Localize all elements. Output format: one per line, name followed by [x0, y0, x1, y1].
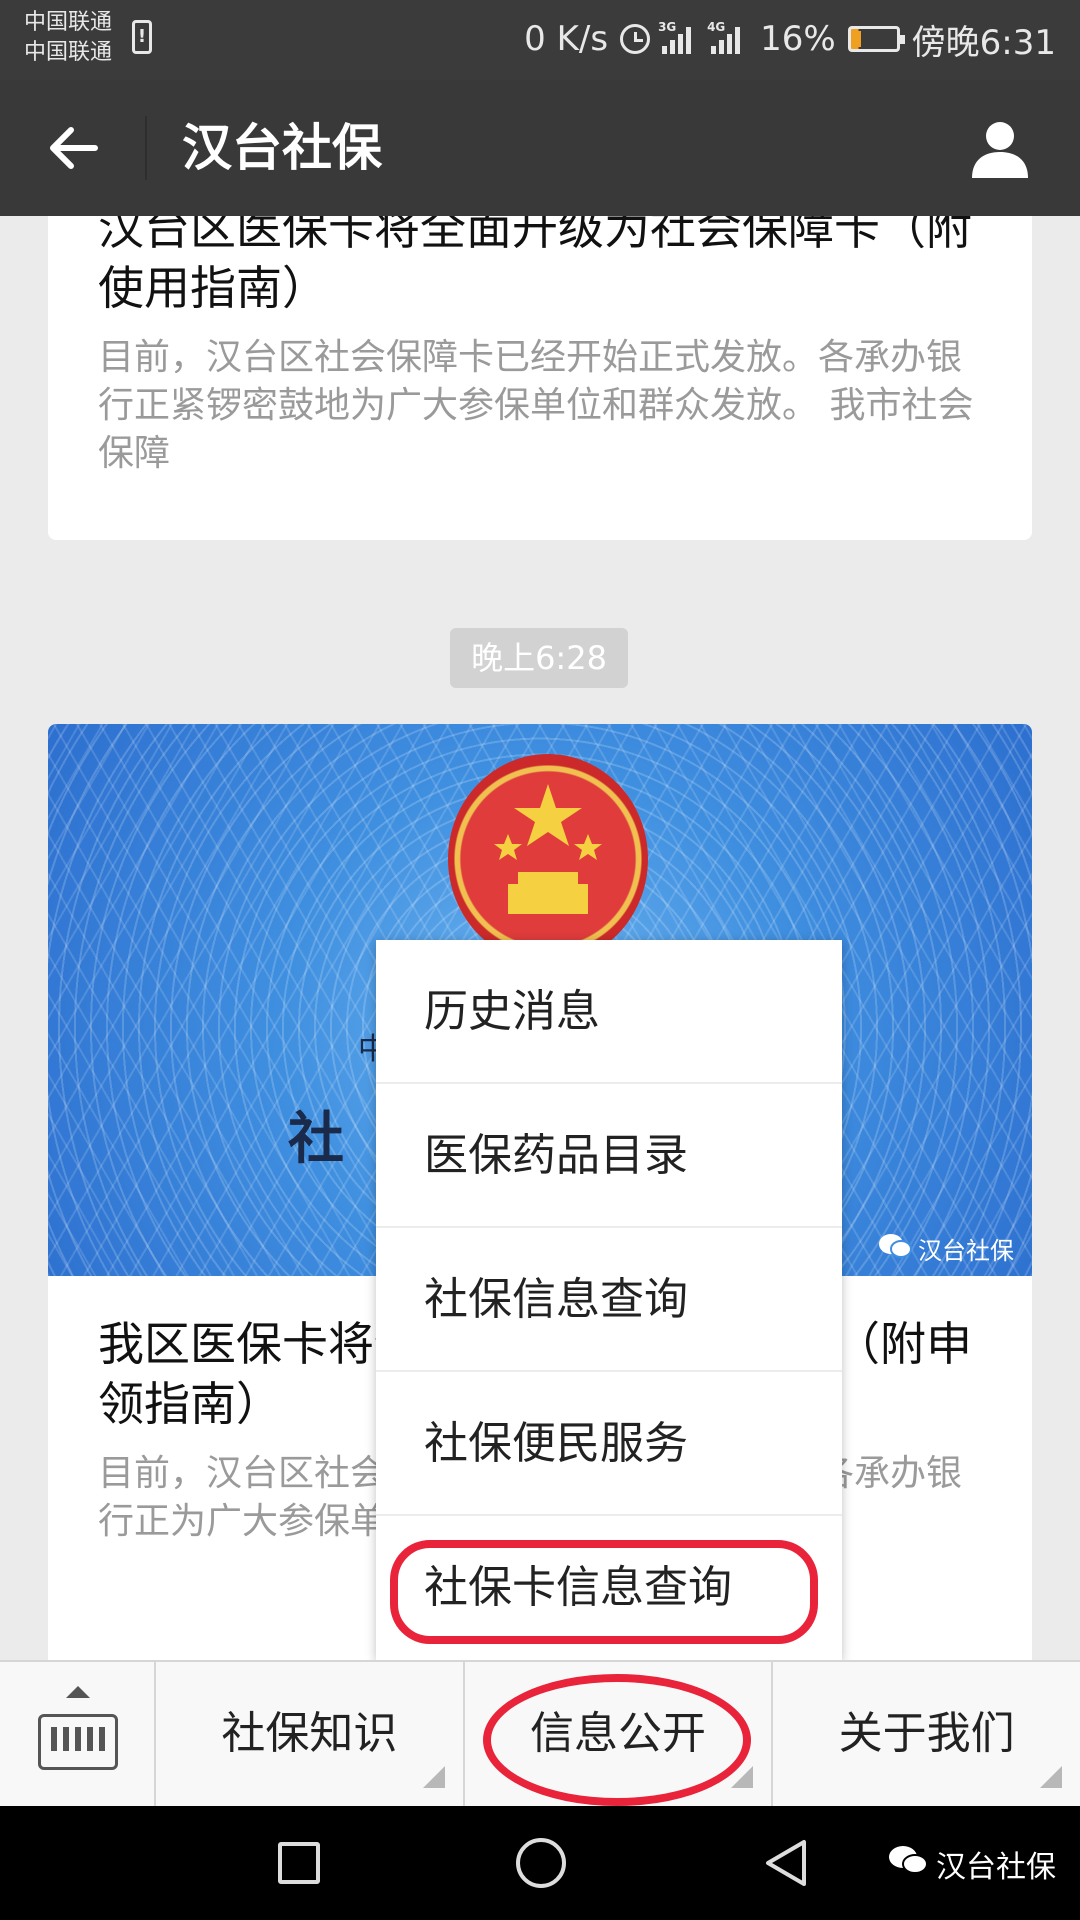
submenu-popup: 历史消息 医保药品目录 社保信息查询 社保便民服务 社保卡信息查询: [376, 940, 842, 1660]
profile-icon[interactable]: [968, 116, 1032, 180]
caret-up-icon: [66, 1686, 90, 1698]
submenu-indicator-icon: [422, 1766, 445, 1788]
menu-tab-disclosure[interactable]: 信息公开: [465, 1662, 774, 1806]
watermark-text: 汉台社保: [936, 1850, 1056, 1885]
article-title: 汉台区医保卡将全面升级为社会保障卡（附使用指南）: [98, 216, 972, 315]
menu-item-label: 医保药品目录: [424, 1130, 688, 1181]
status-bar: 中国联通 中国联通 ! 0 K/s 3G 4G 16% 傍晚6:31: [0, 0, 1080, 80]
keyboard-toggle-button[interactable]: [0, 1662, 156, 1806]
menu-item-label: 历史消息: [424, 986, 600, 1037]
menu-tab-label: 关于我们: [838, 1708, 1015, 1759]
status-indicators: 0 K/s 3G 4G 16% 傍晚6:31: [524, 14, 1056, 64]
bottom-menu-bar: 社保知识 信息公开 关于我们: [0, 1660, 1080, 1806]
back-arrow-icon[interactable]: [38, 114, 108, 184]
signal-3g-icon: 3G: [658, 20, 699, 54]
net-speed: 0 K/s: [524, 19, 609, 59]
alarm-icon: [620, 24, 651, 54]
page-title: 汉台社保: [182, 119, 382, 177]
menu-item-card-query[interactable]: 社保卡信息查询: [376, 1516, 842, 1660]
article-summary: 目前，汉台区社会保障卡已经开始正式发放。各承办银行正紧锣密鼓地为广大参保单位和群…: [98, 337, 974, 474]
sim-alert-icon: !: [132, 20, 152, 54]
menu-item-label: 社保信息查询: [424, 1274, 688, 1325]
home-button[interactable]: [516, 1838, 566, 1888]
battery-icon: [847, 26, 905, 52]
wechat-icon: [878, 1232, 912, 1266]
menu-item-drug-catalog[interactable]: 医保药品目录: [376, 1084, 842, 1228]
menu-tab-knowledge[interactable]: 社保知识: [156, 1662, 465, 1806]
nav-back-button[interactable]: [760, 1836, 814, 1890]
menu-item-label: 社保便民服务: [424, 1418, 688, 1469]
wechat-icon: [888, 1844, 928, 1884]
menu-tab-label: 信息公开: [530, 1708, 706, 1759]
watermark: 汉台社保: [888, 1842, 1056, 1886]
cover-watermark-text: 汉台社保: [918, 1237, 1014, 1265]
cover-watermark: 汉台社保: [878, 1231, 1014, 1266]
menu-tab-label: 社保知识: [221, 1708, 398, 1759]
carrier-1: 中国联通: [24, 10, 113, 35]
menu-tab-about[interactable]: 关于我们: [773, 1662, 1080, 1806]
menu-item-convenience-service[interactable]: 社保便民服务: [376, 1372, 842, 1516]
menu-item-history[interactable]: 历史消息: [376, 940, 842, 1084]
battery-percent: 16%: [760, 19, 836, 59]
signal-4g-icon: 4G: [707, 20, 748, 54]
menu-item-label: 社保卡信息查询: [424, 1562, 732, 1613]
submenu-indicator-icon: [1040, 1766, 1063, 1788]
cover-text: 社: [288, 1107, 344, 1172]
menu-item-insurance-query[interactable]: 社保信息查询: [376, 1228, 842, 1372]
carrier-info: 中国联通 中国联通: [24, 8, 112, 68]
article-card[interactable]: 汉台区医保卡将全面升级为社会保障卡（附使用指南） 目前，汉台区社会保障卡已经开始…: [48, 216, 1032, 540]
system-nav-bar: 汉台社保: [0, 1806, 1080, 1920]
recent-apps-button[interactable]: [278, 1842, 320, 1884]
national-emblem-icon: [448, 754, 648, 964]
title-divider: [145, 116, 147, 180]
submenu-indicator-icon: [731, 1766, 754, 1788]
message-timestamp: 晚上6:28: [450, 628, 628, 688]
carrier-2: 中国联通: [24, 40, 113, 65]
title-bar: 汉台社保: [0, 80, 1080, 216]
keyboard-icon: [38, 1714, 118, 1770]
clock: 傍晚6:31: [911, 22, 1056, 63]
